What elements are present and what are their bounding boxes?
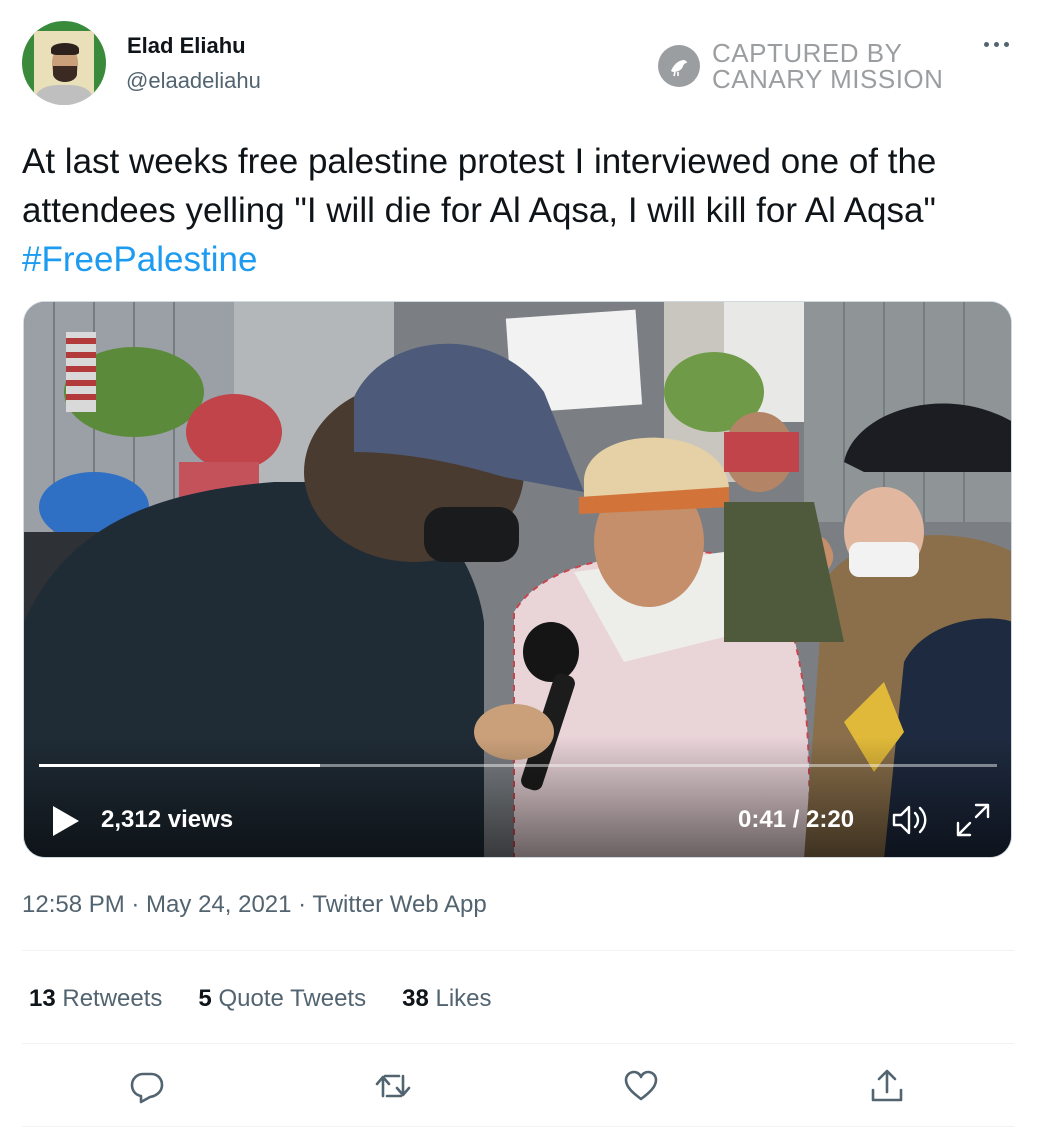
video-progress-bar[interactable] — [39, 764, 997, 767]
avatar[interactable] — [22, 21, 106, 105]
video-progress-fill — [39, 764, 320, 767]
canary-mission-watermark: CAPTURED BY CANARY MISSION — [658, 40, 943, 92]
divider — [22, 1043, 1014, 1044]
video-views: 2,312 views — [101, 806, 234, 833]
avatar-shirt — [36, 85, 92, 105]
divider — [22, 950, 1014, 951]
tweet-timestamp[interactable]: 12:58 PM · May 24, 2021 · Twitter Web Ap… — [22, 891, 487, 919]
watermark-line2: CANARY MISSION — [712, 64, 944, 94]
quote-tweets-stat[interactable]: 5 Quote Tweets — [198, 985, 366, 1013]
canary-logo-icon — [658, 45, 700, 87]
like-icon[interactable] — [621, 1066, 661, 1106]
video-time: 0:41 / 2:20 — [738, 806, 855, 833]
quote-tweets-label: Quote Tweets — [218, 985, 367, 1012]
quote-tweets-count: 5 — [198, 985, 212, 1012]
video-player[interactable]: 2,312 views 0:41 / 2:20 — [23, 301, 1012, 858]
avatar-beard — [53, 66, 77, 82]
likes-stat[interactable]: 38 Likes — [402, 985, 491, 1013]
likes-count: 38 — [402, 985, 429, 1012]
volume-icon[interactable] — [890, 802, 930, 838]
retweets-label: Retweets — [62, 985, 163, 1012]
watermark-line1: CAPTURED BY — [712, 38, 903, 68]
reply-icon[interactable] — [127, 1066, 167, 1106]
more-icon[interactable] — [978, 32, 1014, 56]
avatar-hair — [51, 43, 79, 55]
fullscreen-icon[interactable] — [954, 801, 992, 839]
tweet-body: At last weeks free palestine protest I i… — [22, 142, 937, 230]
user-handle[interactable]: @elaadeliahu — [126, 68, 261, 94]
hashtag-link[interactable]: #FreePalestine — [22, 240, 257, 279]
play-icon[interactable] — [51, 804, 81, 838]
video-controls — [24, 737, 1011, 857]
user-name[interactable]: Elad Eliahu — [127, 33, 246, 59]
divider — [22, 1126, 1014, 1127]
retweets-stat[interactable]: 13 Retweets — [29, 985, 162, 1013]
watermark-text: CAPTURED BY CANARY MISSION — [712, 40, 943, 92]
retweets-count: 13 — [29, 985, 56, 1012]
likes-label: Likes — [435, 985, 492, 1012]
share-icon[interactable] — [867, 1066, 907, 1106]
retweet-icon[interactable] — [373, 1066, 413, 1106]
tweet-text: At last weeks free palestine protest I i… — [22, 137, 1012, 284]
engagement-stats: 13 Retweets 5 Quote Tweets 38 Likes — [29, 985, 528, 1013]
